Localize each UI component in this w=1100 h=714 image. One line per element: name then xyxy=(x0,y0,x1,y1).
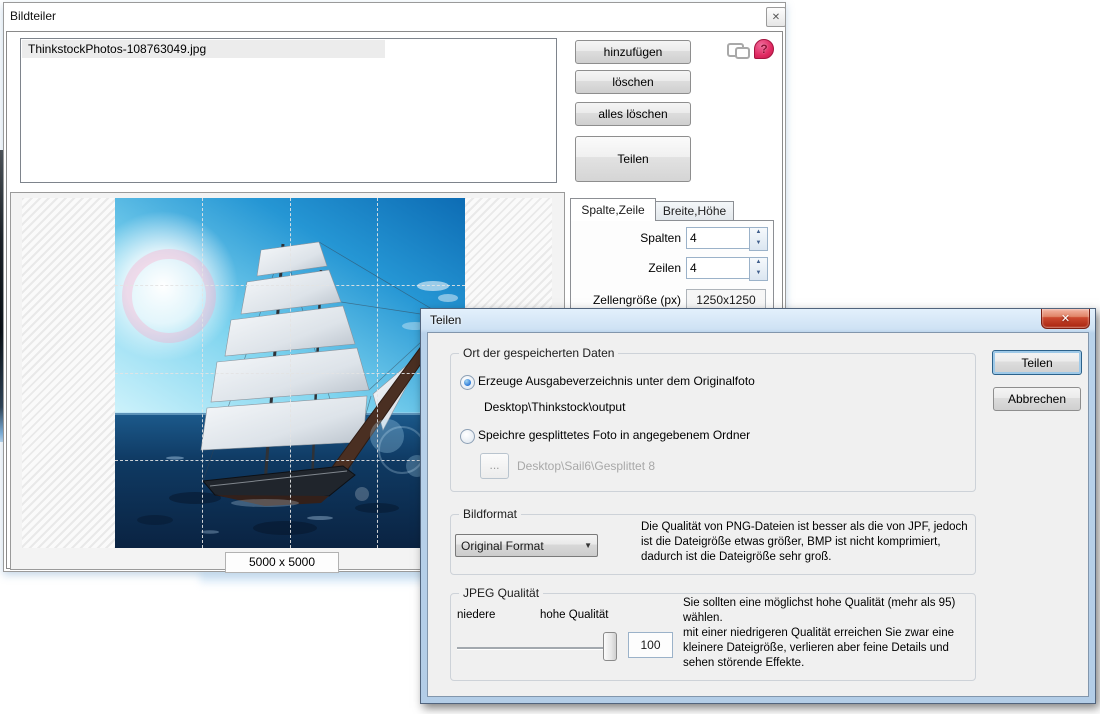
split-button[interactable]: Teilen xyxy=(575,136,691,182)
columns-input[interactable] xyxy=(686,227,752,249)
format-group-label: Bildformat xyxy=(459,507,521,521)
columns-stepper[interactable]: ▲▼ xyxy=(749,227,768,251)
quality-info-line2: mit einer niedrigeren Qualität erreichen… xyxy=(683,626,971,671)
add-button[interactable]: hinzufügen xyxy=(575,40,691,64)
quality-slider-handle[interactable] xyxy=(603,632,617,661)
down-arrow-icon[interactable]: ▼ xyxy=(750,269,767,280)
comments-icon[interactable] xyxy=(727,43,749,59)
radio-output-under-original[interactable] xyxy=(460,375,475,390)
tab-breite-hoehe[interactable]: Breite,Höhe xyxy=(655,201,734,221)
quality-value[interactable]: 100 xyxy=(628,632,673,658)
quality-low-label: niedere xyxy=(457,608,495,623)
delete-all-button[interactable]: alles löschen xyxy=(575,102,691,126)
up-arrow-icon[interactable]: ▲ xyxy=(750,258,767,269)
preview-image xyxy=(115,198,465,548)
split-gridline xyxy=(115,373,465,374)
close-icon[interactable]: ✕ xyxy=(766,7,786,27)
quality-group-label: JPEG Qualität xyxy=(459,586,543,600)
split-gridline xyxy=(115,285,465,286)
close-icon[interactable]: ✕ xyxy=(1041,309,1090,329)
radio-label[interactable]: Speichre gesplittetes Foto in angegebene… xyxy=(478,428,750,442)
format-info-text: Die Qualität von PNG-Dateien ist besser … xyxy=(641,520,973,565)
columns-label: Spalten xyxy=(571,227,681,249)
format-dropdown[interactable]: Original Format ▼ xyxy=(455,534,598,557)
radio-custom-folder[interactable] xyxy=(460,429,475,444)
dialog-client: Ort der gespeicherten Daten Erzeuge Ausg… xyxy=(427,332,1089,697)
list-item[interactable]: ThinkstockPhotos-108763049.jpg xyxy=(22,40,385,58)
rows-label: Zeilen xyxy=(571,257,681,279)
quality-high-label: hohe Qualität xyxy=(540,608,608,623)
output-path: Desktop\Thinkstock\output xyxy=(484,400,625,414)
format-dropdown-value: Original Format xyxy=(461,539,544,553)
chevron-down-icon: ▼ xyxy=(584,541,592,550)
quality-group: JPEG Qualität niedere hohe Qualität 100 … xyxy=(450,593,976,681)
split-gridline xyxy=(115,460,465,461)
quality-info-line1: Sie sollten eine möglichst hohe Qualität… xyxy=(683,596,971,626)
dialog-split-button[interactable]: Teilen xyxy=(992,350,1082,375)
radio-label[interactable]: Erzeuge Ausgabeverzeichnis unter dem Ori… xyxy=(478,374,755,388)
custom-folder-path: Desktop\Sail6\Gesplittet 8 xyxy=(517,459,655,473)
location-group-label: Ort der gespeicherten Daten xyxy=(459,346,618,360)
up-arrow-icon[interactable]: ▲ xyxy=(750,228,767,239)
down-arrow-icon[interactable]: ▼ xyxy=(750,239,767,250)
dialog-title: Teilen xyxy=(430,313,461,327)
split-dialog: Teilen ✕ Ort der gespeicherten Daten Erz… xyxy=(420,308,1096,704)
window-title: Bildteiler xyxy=(10,9,56,23)
quality-info-text: Sie sollten eine möglichst hohe Qualität… xyxy=(683,596,971,671)
help-icon[interactable]: ? xyxy=(754,39,774,59)
bubble-shape xyxy=(735,47,750,59)
format-group: Bildformat Original Format ▼ Die Qualitä… xyxy=(450,514,976,575)
rows-stepper[interactable]: ▲▼ xyxy=(749,257,768,281)
file-list[interactable]: ThinkstockPhotos-108763049.jpg xyxy=(20,38,557,183)
delete-button[interactable]: löschen xyxy=(575,70,691,94)
image-size-label: 5000 x 5000 xyxy=(225,552,339,573)
location-group: Ort der gespeicherten Daten Erzeuge Ausg… xyxy=(450,353,976,492)
browse-button[interactable]: ... xyxy=(480,453,509,479)
dialog-cancel-button[interactable]: Abbrechen xyxy=(993,387,1081,411)
rows-input[interactable] xyxy=(686,257,752,279)
quality-slider-track[interactable] xyxy=(457,647,617,650)
tab-spalte-zeile[interactable]: Spalte,Zeile xyxy=(570,198,656,221)
